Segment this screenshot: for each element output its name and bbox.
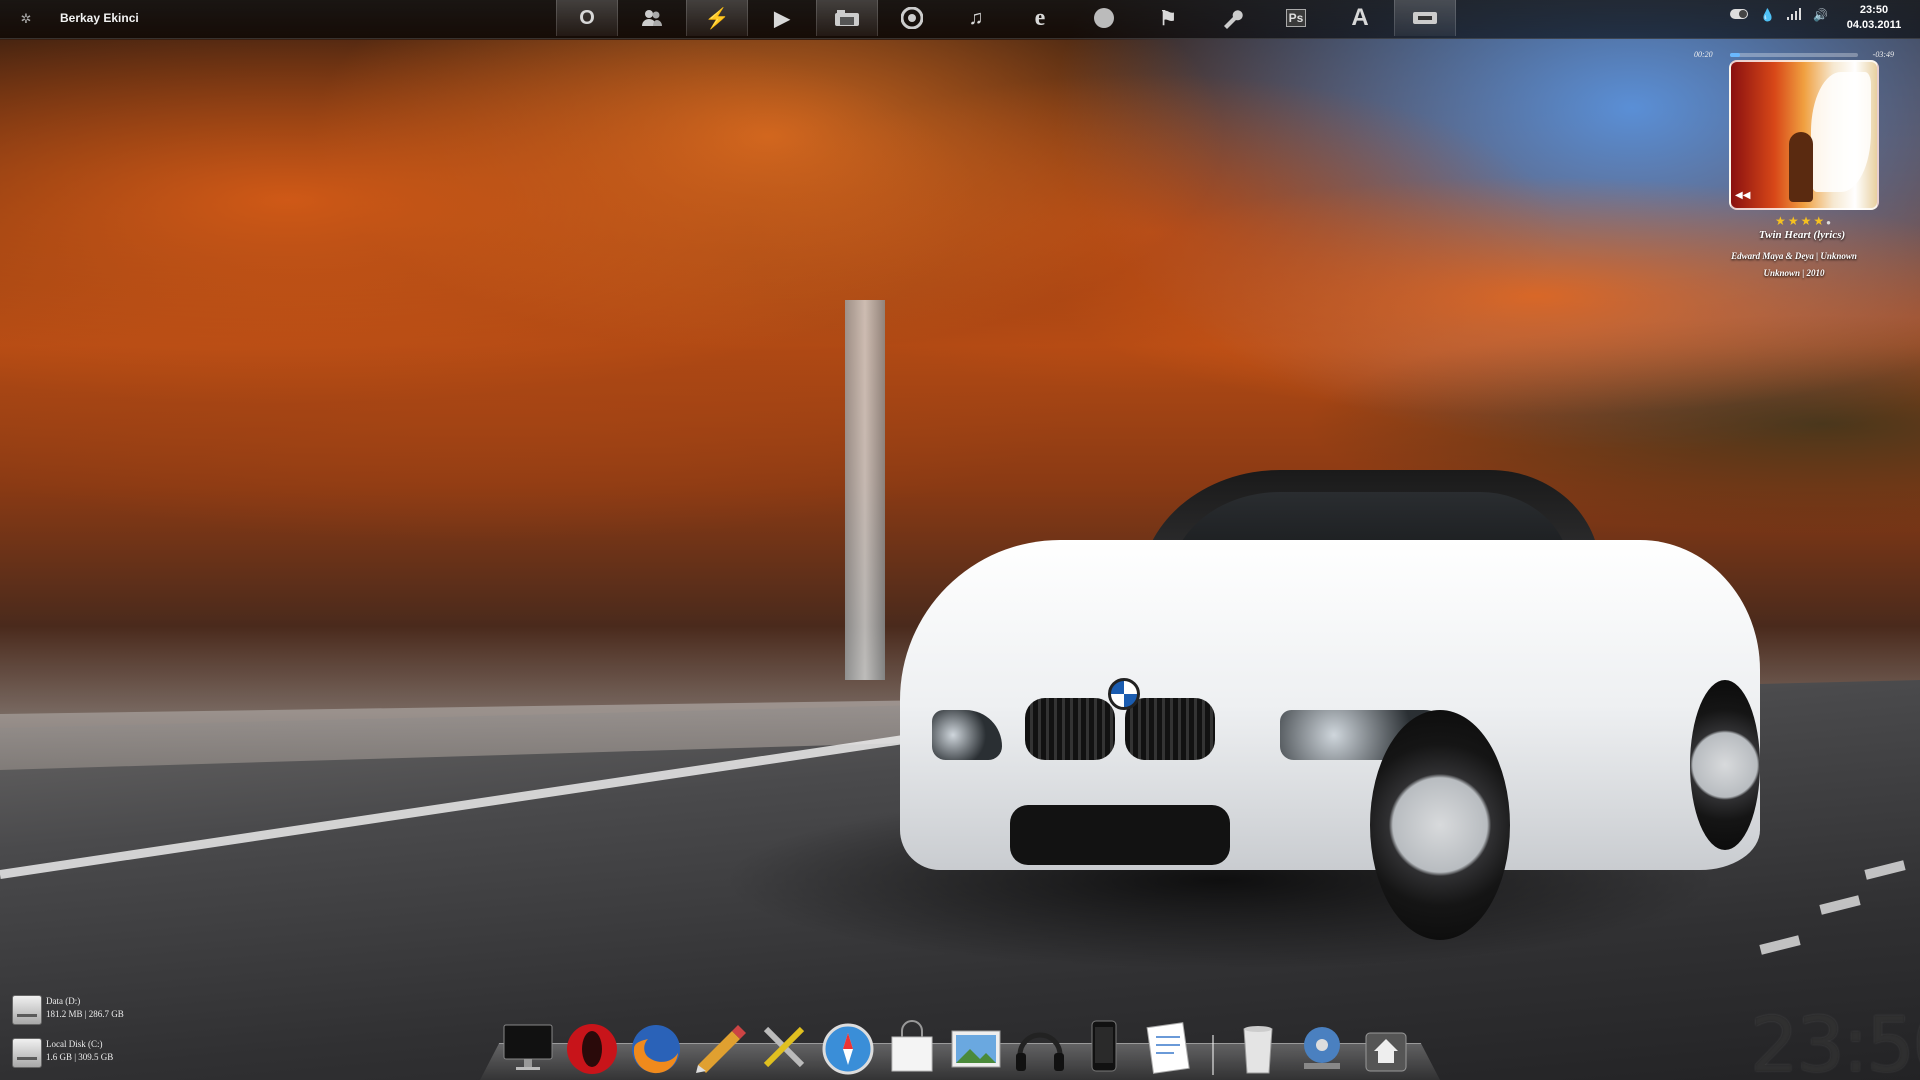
rating-stars[interactable]: ★★★★●: [1729, 214, 1879, 228]
drive-size: 181.2 MB | 286.7 GB: [46, 1009, 124, 1019]
dock: [480, 1005, 1440, 1080]
signal-icon[interactable]: [1786, 8, 1801, 23]
photoshop-icon[interactable]: Ps: [1266, 0, 1326, 36]
launcher-bar: O ⚡ ▶ ♫ e ⚑ Ps A: [556, 0, 1460, 38]
clock-date: 04.03.2011: [1846, 19, 1902, 31]
wallpaper-pole: [845, 300, 885, 680]
star-empty-icon[interactable]: ●: [1826, 218, 1833, 227]
track-title: Twin Heart (lyrics): [1758, 229, 1846, 241]
star-filled-icon[interactable]: ★: [1788, 214, 1801, 228]
hard-drive-icon: [12, 995, 42, 1025]
folder-icon[interactable]: [816, 0, 878, 36]
hard-drive-icon: [12, 1038, 42, 1068]
system-tray: 💧 🔊: [1730, 8, 1828, 23]
dock-separator: [1212, 1035, 1214, 1075]
tools-icon[interactable]: [756, 1019, 812, 1075]
play-icon[interactable]: ▶: [752, 0, 812, 36]
network-icon[interactable]: [1394, 0, 1456, 36]
monitor-icon[interactable]: [500, 1019, 556, 1075]
star-filled-icon[interactable]: ★: [1775, 214, 1788, 228]
elapsed-time: 00:20: [1694, 50, 1713, 59]
wallpaper-car: [720, 470, 1770, 970]
flag-icon[interactable]: ⚑: [1138, 0, 1198, 36]
iphone-icon[interactable]: [1076, 1019, 1132, 1075]
contacts-icon[interactable]: [622, 0, 682, 36]
star-filled-icon[interactable]: ★: [1801, 214, 1814, 228]
remaining-time: -03:49: [1872, 50, 1894, 59]
desktop-clock: 23:50: [1750, 1000, 1920, 1080]
drive-item-data[interactable]: Data (D:) 181.2 MB | 286.7 GB: [12, 993, 172, 1029]
chrome-icon[interactable]: [882, 0, 942, 36]
internet-explorer-icon[interactable]: e: [1010, 0, 1070, 36]
trash-icon[interactable]: [1230, 1019, 1286, 1075]
home-icon[interactable]: [1358, 1019, 1414, 1075]
album-art[interactable]: ◀◀: [1729, 60, 1879, 210]
headphones-icon[interactable]: [1012, 1019, 1068, 1075]
safari-icon[interactable]: [820, 1019, 876, 1075]
drop-icon[interactable]: 💧: [1760, 8, 1775, 23]
opera-icon[interactable]: [564, 1019, 620, 1075]
firefox-icon[interactable]: [1074, 0, 1134, 36]
textedit-icon[interactable]: [1140, 1019, 1196, 1075]
rewind-icon[interactable]: ◀◀: [1735, 190, 1750, 201]
drive-size: 1.6 GB | 309.5 GB: [46, 1052, 114, 1062]
track-artist-album: Edward Maya & Deya | Unknown: [1731, 251, 1857, 261]
drive-name: Data (D:): [46, 996, 81, 1006]
shopping-bag-icon[interactable]: [884, 1019, 940, 1075]
gear-icon[interactable]: ✲: [18, 11, 34, 27]
star-filled-icon[interactable]: ★: [1813, 214, 1826, 228]
progress-bar[interactable]: [1730, 53, 1858, 57]
drive-item-local-disk[interactable]: Local Disk (C:) 1.6 GB | 309.5 GB: [12, 1036, 172, 1072]
desktop[interactable]: ✲ Berkay Ekinci O ⚡ ▶ ♫ e ⚑ Ps A 💧 🔊 23:…: [0, 0, 1920, 1080]
clock-time: 23:50: [1859, 4, 1889, 16]
track-genre-year: Unknown | 2010: [1763, 268, 1825, 278]
topbar-clock[interactable]: 23:50 04.03.2011: [1834, 3, 1914, 33]
firefox-icon[interactable]: [628, 1019, 684, 1075]
media-player-icon[interactable]: [1294, 1019, 1350, 1075]
top-bar: ✲ Berkay Ekinci O ⚡ ▶ ♫ e ⚑ Ps A 💧 🔊 23:…: [0, 0, 1920, 39]
toggle-icon[interactable]: [1730, 8, 1748, 23]
autocad-icon[interactable]: A: [1330, 0, 1390, 36]
pencil-icon[interactable]: [692, 1019, 748, 1075]
lightning-icon[interactable]: ⚡: [686, 0, 748, 36]
volume-icon[interactable]: 🔊: [1813, 8, 1828, 23]
opera-icon[interactable]: O: [556, 0, 618, 36]
wrench-icon[interactable]: [1202, 0, 1262, 36]
username-label: Berkay Ekinci: [60, 11, 139, 25]
drive-name: Local Disk (C:): [46, 1039, 103, 1049]
music-note-icon[interactable]: ♫: [946, 0, 1006, 36]
image-viewer-icon[interactable]: [948, 1019, 1004, 1075]
music-widget: 00:20 -03:49 ◀◀ ★★★★● Twin Heart (lyrics…: [1694, 46, 1894, 286]
